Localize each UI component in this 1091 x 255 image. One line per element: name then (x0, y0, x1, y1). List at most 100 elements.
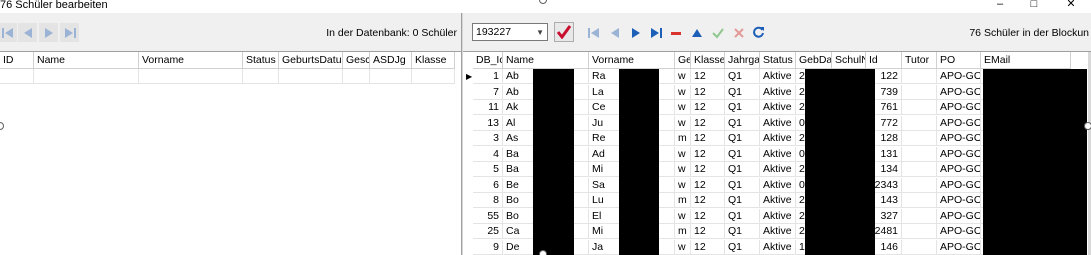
table-cell[interactable]: Aktive (760, 131, 796, 146)
table-cell[interactable]: 12 (691, 131, 725, 146)
table-cell[interactable]: 12 (691, 239, 725, 255)
col-header[interactable]: DB_Ic (473, 52, 503, 69)
table-cell[interactable]: Q1 (725, 146, 760, 162)
maximize-button[interactable]: □ (1027, 0, 1041, 10)
table-cell[interactable]: 12 (691, 69, 725, 84)
table-cell[interactable]: Q1 (725, 224, 760, 239)
table-cell[interactable]: 13 (473, 115, 503, 131)
table-cell[interactable]: Aktive (760, 162, 796, 177)
apply-button[interactable] (554, 22, 574, 42)
table-cell[interactable]: w (675, 239, 691, 255)
last-record-button[interactable] (60, 23, 79, 42)
col-header[interactable]: PO (937, 52, 981, 69)
move-up-button[interactable] (687, 23, 706, 42)
table-cell[interactable]: APO-GOS (937, 162, 981, 177)
table-cell[interactable]: 8 (473, 193, 503, 208)
col-header[interactable]: Gesch (343, 52, 370, 69)
table-cell[interactable]: Aktive (760, 177, 796, 193)
table-cell[interactable]: APO-GOS (937, 239, 981, 255)
table-cell[interactable]: Q1 (725, 84, 760, 100)
table-cell[interactable]: Aktive (760, 69, 796, 84)
col-header[interactable]: GebDat (796, 52, 832, 69)
table-cell[interactable]: 3 (473, 131, 503, 146)
table-cell[interactable] (902, 84, 937, 100)
table-cell[interactable]: Aktive (760, 208, 796, 224)
next-record-button[interactable] (39, 23, 58, 42)
delete-record-button[interactable] (666, 23, 685, 42)
col-header[interactable]: Status (243, 52, 279, 69)
table-cell[interactable]: Q1 (725, 69, 760, 84)
col-header[interactable]: Name (34, 52, 139, 69)
table-cell[interactable]: 6 (473, 177, 503, 193)
post-edit-button[interactable] (708, 23, 727, 42)
table-cell[interactable]: Aktive (760, 100, 796, 115)
table-cell[interactable]: w (675, 208, 691, 224)
next-record-button[interactable] (626, 23, 645, 42)
table-cell[interactable]: APO-GOS (937, 100, 981, 115)
table-cell[interactable]: Q1 (725, 208, 760, 224)
table-cell[interactable]: 12 (691, 84, 725, 100)
table-cell[interactable]: Q1 (725, 115, 760, 131)
table-cell[interactable]: w (675, 84, 691, 100)
table-cell[interactable]: w (675, 115, 691, 131)
refresh-button[interactable] (749, 23, 768, 42)
table-cell[interactable]: APO-GOS (937, 193, 981, 208)
table-cell[interactable]: APO-GOS (937, 177, 981, 193)
table-cell[interactable] (902, 193, 937, 208)
table-cell[interactable]: 12 (691, 177, 725, 193)
table-cell[interactable]: 12 (691, 115, 725, 131)
table-cell[interactable]: Q1 (725, 193, 760, 208)
table-cell[interactable]: w (675, 177, 691, 193)
table-cell[interactable]: Aktive (760, 115, 796, 131)
first-record-button[interactable] (0, 23, 17, 42)
table-cell[interactable]: Q1 (725, 131, 760, 146)
table-cell[interactable]: Aktive (760, 224, 796, 239)
col-header[interactable]: Status (760, 52, 796, 69)
table-cell[interactable] (902, 162, 937, 177)
table-cell[interactable]: 55 (473, 208, 503, 224)
left-empty-row[interactable] (0, 69, 455, 84)
table-cell[interactable]: Aktive (760, 239, 796, 255)
table-cell[interactable]: w (675, 69, 691, 84)
col-header[interactable]: GeburtsDatum (279, 52, 343, 69)
table-cell[interactable] (902, 146, 937, 162)
col-header[interactable]: Vorname (139, 52, 243, 69)
table-cell[interactable]: 5 (473, 162, 503, 177)
col-header[interactable]: Klasse (412, 52, 455, 69)
table-cell[interactable]: m (675, 193, 691, 208)
previous-record-button[interactable] (18, 23, 37, 42)
table-cell[interactable] (902, 177, 937, 193)
col-header[interactable]: Vorname (589, 52, 675, 69)
table-cell[interactable]: APO-GOS (937, 224, 981, 239)
table-cell[interactable]: APO-GOS (937, 131, 981, 146)
col-header[interactable]: Id (866, 52, 902, 69)
table-cell[interactable]: 12 (691, 208, 725, 224)
table-cell[interactable]: Aktive (760, 146, 796, 162)
table-cell[interactable]: 9 (473, 239, 503, 255)
minimize-button[interactable]: – (993, 0, 1007, 10)
resize-handle[interactable] (539, 250, 547, 255)
table-cell[interactable]: Aktive (760, 193, 796, 208)
table-cell[interactable]: 12 (691, 193, 725, 208)
table-cell[interactable]: Q1 (725, 177, 760, 193)
table-cell[interactable] (902, 100, 937, 115)
table-cell[interactable]: Aktive (760, 84, 796, 100)
col-header[interactable]: Ges (675, 52, 691, 69)
table-cell[interactable]: APO-GOS (937, 69, 981, 84)
table-cell[interactable]: Q1 (725, 162, 760, 177)
table-cell[interactable]: w (675, 146, 691, 162)
table-cell[interactable]: 11 (473, 100, 503, 115)
col-header[interactable]: ASDJg (370, 52, 412, 69)
col-header[interactable]: Tutor (902, 52, 937, 69)
table-cell[interactable]: Q1 (725, 239, 760, 255)
previous-record-button[interactable] (605, 23, 624, 42)
col-header[interactable]: Name (503, 52, 589, 69)
col-header[interactable]: ID (0, 52, 34, 69)
block-combo[interactable]: 193227 ▼ (472, 23, 548, 41)
table-cell[interactable]: APO-GOS (937, 146, 981, 162)
table-cell[interactable] (902, 239, 937, 255)
table-cell[interactable]: m (675, 224, 691, 239)
first-record-button[interactable] (584, 23, 603, 42)
col-header[interactable]: EMail (981, 52, 1071, 69)
table-cell[interactable]: 12 (691, 162, 725, 177)
